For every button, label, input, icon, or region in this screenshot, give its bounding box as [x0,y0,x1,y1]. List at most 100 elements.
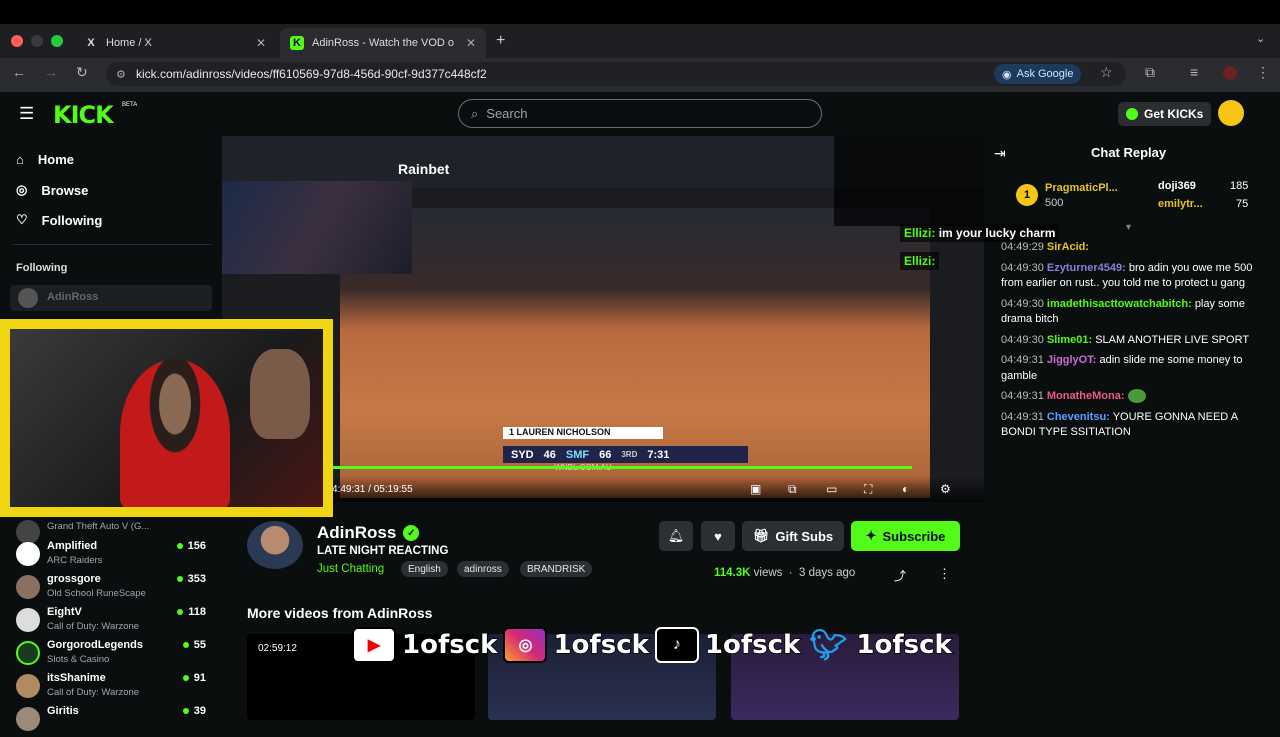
close-tab-icon[interactable]: ✕ [256,36,266,50]
user-avatar[interactable] [1218,100,1244,126]
chat-username[interactable]: SirAcid: [1047,241,1089,253]
chat-username[interactable]: Slime01: [1047,334,1092,346]
avatar [16,575,40,599]
chat-message-list: 04:49:29 SirAcid: 04:49:30 Ezyturner4549… [1001,240,1271,446]
browser-menu-icon[interactable]: ⋮ [1256,64,1270,81]
chat-timestamp: 04:49:30 [1001,333,1044,346]
game-clock: 7:31 [647,448,670,461]
fullscreen-icon[interactable]: ⛶ [864,482,872,497]
bookmark-star-icon[interactable]: ☆ [1100,64,1113,81]
reload-icon[interactable]: ↻ [76,64,88,81]
speed-icon[interactable]: ◐ [902,482,909,496]
chat-username[interactable]: Chevenitsu: [1047,411,1110,423]
more-options-icon[interactable]: ⋮ [938,566,951,582]
extensions-icon[interactable]: ⧉ [1145,64,1155,81]
sidebar-item-label: Home [37,152,74,167]
close-window-button[interactable] [11,35,23,47]
following-item[interactable]: GorgorodLegends Slots & Casino 55 [16,639,206,671]
share-icon[interactable]: ⤴ [894,567,906,584]
channel-avatar[interactable] [247,521,303,569]
close-tab-icon[interactable]: ✕ [466,36,476,50]
bell-icon: 🔔︎ [667,528,685,543]
sidebar-item-home[interactable]: ⌂ Home [16,152,74,167]
tab-search-icon[interactable]: ⌄ [1256,32,1265,45]
category-link[interactable]: Just Chatting [317,563,384,575]
sidebar-item-following[interactable]: ♡ Following [16,212,102,228]
kick-logo[interactable]: KICK [53,101,114,129]
gift-subs-button[interactable]: 🎁︎ Gift Subs [742,521,844,551]
tag-chip[interactable]: adinross [457,561,509,577]
miniplayer-icon[interactable]: ⧉ [788,482,797,497]
ask-google-button[interactable]: ◉ Ask Google [994,64,1082,84]
channel-name[interactable]: AdinRoss ✓ [317,523,420,543]
social-handle: 1ofsck [553,629,650,661]
chat-message: 04:49:31 Chevenitsu: YOURE GONNA NEED A … [1001,410,1271,441]
following-item[interactable]: Giritis 39 [16,705,206,737]
viewer-count: 55 [182,639,206,651]
hamburger-menu-icon[interactable]: ☰ [19,104,34,124]
overlay-chat-user: Ellizi: [904,254,936,268]
chat-timestamp: 04:49:29 [1001,241,1044,253]
following-item[interactable]: itsShanime Call of Duty: Warzone 91 [16,672,206,704]
expand-gifters-icon[interactable]: ▾ [1126,222,1131,233]
following-item[interactable]: EightV Call of Duty: Warzone 118 [16,606,206,638]
chat-timestamp: 04:49:31 [1001,410,1044,423]
sidebar-item-browse[interactable]: ◎ Browse [16,182,88,198]
chat-username[interactable]: JigglyOT: [1047,354,1097,366]
viewer-count-value: 156 [187,540,206,552]
view-count: 114.3K [714,567,751,579]
score2: 66 [599,448,612,461]
team1: SYD [511,448,534,461]
url-field[interactable]: ⚙ kick.com/adinross/videos/ff610569-97d8… [106,62,1126,86]
settings-gear-icon[interactable]: ⚙ [940,482,951,496]
chat-username[interactable]: MonatheMona: [1047,390,1125,402]
video-title: LATE NIGHT REACTING [317,545,449,557]
get-kicks-button[interactable]: Get KICKs [1118,102,1212,126]
tag-chip[interactable]: BRANDRISK [520,561,593,577]
kick-logo-icon: K [290,36,304,50]
social-handle: 1ofsck [856,629,953,661]
theater-icon[interactable]: ▭ [826,482,837,496]
subscribe-button[interactable]: ✦ Subscribe [851,521,960,551]
chat-username[interactable]: imadethisacttowatchabitch: [1047,298,1192,310]
top-gifter-name: PragmaticPl... [1045,182,1118,194]
player-name: 1 LAUREN NICHOLSON [503,427,663,439]
new-tab-icon[interactable]: + [496,32,505,50]
sparkle-icon: ✦ [865,528,877,543]
gifter-amount: 75 [1236,198,1249,210]
reading-list-icon[interactable]: ≡ [1190,64,1198,80]
video-progress-bar[interactable] [332,466,912,469]
chat-message: 04:49:30 imadethisacttowatchabitch: play… [1001,297,1271,328]
maximize-window-button[interactable] [51,35,63,47]
verified-badge-icon: ✓ [403,525,420,541]
streamer-figure [120,359,230,507]
forward-icon[interactable]: → [44,64,58,80]
channel-category: Grand Theft Auto V (G... [47,521,150,532]
follow-heart-button[interactable]: ♥ [701,521,735,551]
tab-x-home[interactable]: X Home / X ✕ [74,28,276,58]
search-input[interactable]: ⌕ Search [458,99,822,128]
gift-icon: 🎁︎ [752,528,770,543]
profile-icon[interactable] [1223,66,1237,80]
channel-name: GorgorodLegends [47,639,143,651]
chat-message: 04:49:30 Ezyturner4549: bro adin you owe… [1001,261,1271,292]
back-icon[interactable]: ← [12,64,26,80]
following-item[interactable]: Amplified ARC Raiders 156 [16,540,206,572]
following-item[interactable]: grossgore Old School RuneScape 353 [16,573,206,605]
notification-bell-button[interactable]: 🔔︎ [659,521,693,551]
instagram-icon: ◎ [503,627,548,663]
subscribe-label: Subscribe [882,528,946,544]
tab-adinross-vod[interactable]: K AdinRoss - Watch the VOD o ✕ [280,28,486,58]
site-info-icon[interactable]: ⚙ [116,68,126,81]
chat-message: 04:49:31 MonatheMona: [1001,389,1271,405]
channel-name-text: AdinRoss [317,523,397,542]
following-name: AdinRoss [47,291,99,303]
minimize-window-button[interactable] [31,35,43,47]
clip-icon[interactable]: ▣ [750,482,761,496]
team2: SMF [565,448,590,461]
following-item-adinross[interactable]: AdinRoss [10,285,212,311]
chat-username[interactable]: Ezyturner4549: [1047,262,1126,274]
streamer-hand [250,349,310,439]
tag-chip[interactable]: English [401,561,448,577]
collapse-chat-icon[interactable]: ⇥ [994,145,1006,162]
